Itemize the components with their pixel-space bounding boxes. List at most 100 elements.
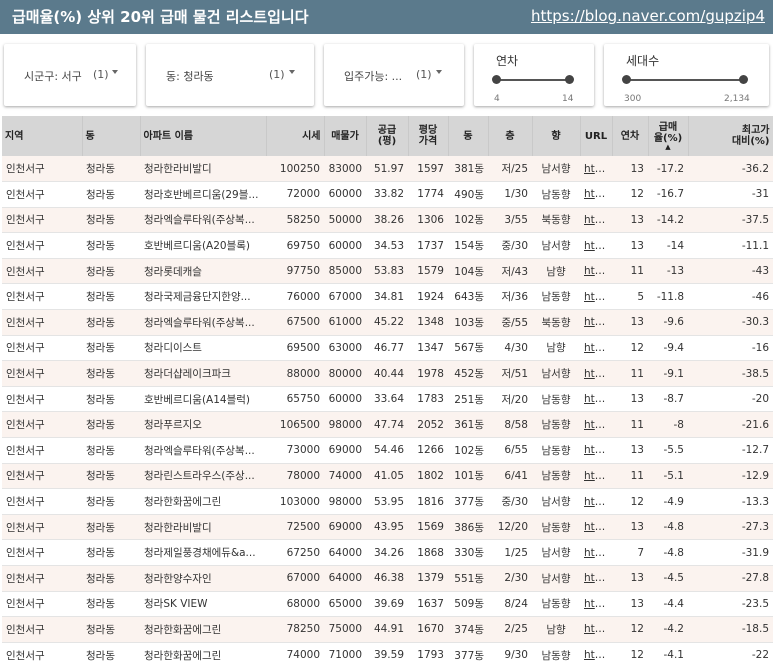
table-row[interactable]: 인천서구 청라동 청라한라비발디 72500 69000 43.95 1569 386동 12/…: [2, 514, 773, 541]
col-header-direction[interactable]: 향: [532, 116, 581, 156]
cell-vs-max-price: -30.3: [688, 309, 773, 336]
cell-market-price: 97750: [266, 258, 324, 285]
table-row[interactable]: 인천서구 청라동 청라엑슬루타워(주상복... 58250 50000 38.26 1306…: [2, 207, 773, 234]
movein-filter-dropdown[interactable]: 입주가능: ... (1): [324, 44, 464, 106]
cell-supply-area: 44.91: [366, 616, 408, 643]
col-header-floor[interactable]: 층: [488, 116, 533, 156]
cell-price-per-pyeong: 1868: [408, 539, 448, 566]
cell-discount-rate: -14.2: [648, 207, 688, 234]
sort-asc-icon: ▲: [665, 143, 671, 151]
cell-market-price: 76000: [266, 283, 324, 311]
cell-url-link[interactable]: htt...: [580, 232, 612, 259]
table-row[interactable]: 인천서구 청라동 청라한화꿈에그린 74000 71000 39.59 1793 377동 9/…: [2, 642, 773, 666]
cell-listing-price: 60000: [324, 181, 366, 208]
households-range-min-handle[interactable]: [622, 75, 631, 84]
cell-url-link[interactable]: htt...: [580, 283, 612, 311]
table-row[interactable]: 인천서구 청라동 청라디이스트 69500 63000 46.77 1347 567동 4/30…: [2, 335, 773, 362]
table-row[interactable]: 인천서구 청라동 청라호반베르디움(29블... 72000 60000 33.82 177…: [2, 181, 773, 208]
dong-filter-dropdown[interactable]: 동: 청라동 (1): [146, 44, 314, 106]
cell-url-link[interactable]: htt...: [580, 488, 612, 515]
households-range-max-handle[interactable]: [739, 75, 748, 84]
cell-apt-name: 호반베르디움(A14블럭): [140, 386, 266, 413]
cell-market-price: 78250: [266, 616, 324, 643]
cell-supply-area: 46.77: [366, 335, 408, 362]
cell-supply-area: 39.59: [366, 642, 408, 666]
cell-floor: 저/20: [488, 386, 532, 413]
cell-supply-area: 54.46: [366, 437, 408, 464]
cell-building: 567동: [448, 335, 488, 362]
cell-url-link[interactable]: htt...: [580, 156, 612, 183]
col-header-dong[interactable]: 동: [82, 116, 141, 156]
cell-url-link[interactable]: htt...: [580, 335, 612, 362]
col-header-building[interactable]: 동: [448, 116, 489, 156]
year-range-min-handle[interactable]: [492, 75, 501, 84]
table-row[interactable]: 인천서구 청라동 청라한양수자인 67000 64000 46.38 1379 551동 2/3…: [2, 565, 773, 592]
cell-building: 102동: [448, 207, 488, 234]
cell-age: 12: [612, 616, 648, 643]
table-row[interactable]: 인천서구 청라동 청라제일풍경채에듀&a... 67250 64000 34.26 1868…: [2, 539, 773, 566]
col-header-url[interactable]: URL: [580, 116, 613, 156]
cell-discount-rate: -9.4: [648, 335, 688, 362]
year-range-max-handle[interactable]: [565, 75, 574, 84]
cell-url-link[interactable]: htt...: [580, 642, 612, 666]
cell-url-link[interactable]: htt...: [580, 463, 612, 490]
cell-discount-rate: -5.5: [648, 437, 688, 464]
cell-url-link[interactable]: htt...: [580, 616, 612, 643]
table-row[interactable]: 인천서구 청라동 청라롯데캐슬 97750 85000 53.83 1579 104동 저/43…: [2, 258, 773, 285]
cell-discount-rate: -9.1: [648, 360, 688, 387]
cell-url-link[interactable]: htt...: [580, 309, 612, 336]
col-header-market-price[interactable]: 시세: [266, 116, 325, 156]
table-row[interactable]: 인천서구 청라동 청라한라비발디 100250 83000 51.97 1597 381동 저/…: [2, 156, 773, 183]
cell-url-link[interactable]: htt...: [580, 565, 612, 592]
cell-region: 인천서구: [2, 360, 82, 387]
year-range-track[interactable]: [496, 79, 570, 81]
cell-url-link[interactable]: htt...: [580, 411, 612, 439]
col-header-vs-max-price[interactable]: 최고가 대비(%): [688, 116, 773, 156]
cell-url-link[interactable]: htt...: [580, 514, 612, 541]
cell-url-link[interactable]: htt...: [580, 360, 612, 387]
table-row[interactable]: 인천서구 청라동 청라더샵레이크파크 88000 80000 40.44 1978 452동 저…: [2, 360, 773, 387]
cell-age: 5: [612, 283, 648, 311]
table-row[interactable]: 인천서구 청라동 청라국제금융단지한양... 76000 67000 34.81 1924 6…: [2, 283, 773, 311]
cell-price-per-pyeong: 1266: [408, 437, 448, 464]
cell-region: 인천서구: [2, 616, 82, 643]
col-header-listing-price[interactable]: 매물가: [324, 116, 367, 156]
col-header-price-per-pyeong[interactable]: 평당 가격: [408, 116, 449, 156]
table-row[interactable]: 인천서구 청라동 청라엑슬루타워(주상복... 67500 61000 45.22 1348…: [2, 309, 773, 336]
district-filter-dropdown[interactable]: 시군구: 서구 (1): [4, 44, 136, 106]
cell-url-link[interactable]: htt...: [580, 591, 612, 618]
cell-vs-max-price: -12.7: [688, 437, 773, 464]
cell-direction: 남동향: [532, 437, 580, 464]
cell-url-link[interactable]: htt...: [580, 207, 612, 234]
table-row[interactable]: 인천서구 청라동 청라푸르지오 106500 98000 47.74 2052 361동 8/5…: [2, 411, 773, 439]
blog-link[interactable]: https://blog.naver.com/gupzip4: [531, 7, 765, 25]
cell-url-link[interactable]: htt...: [580, 258, 612, 285]
table-row[interactable]: 인천서구 청라동 청라엑슬루타워(주상복... 73000 69000 54.46 1266…: [2, 437, 773, 464]
households-range-track[interactable]: [626, 79, 744, 81]
col-header-supply-area[interactable]: 공급 (평): [366, 116, 409, 156]
col-header-discount-rate[interactable]: 급매 율(%) ▲: [648, 116, 689, 156]
cell-url-link[interactable]: htt...: [580, 437, 612, 464]
cell-url-link[interactable]: htt...: [580, 181, 612, 208]
table-row[interactable]: 인천서구 청라동 청라SK VIEW 68000 65000 39.69 1637 509동 8…: [2, 591, 773, 618]
table-row[interactable]: 인천서구 청라동 청라린스트라우스(주상... 78000 74000 41.05 1802…: [2, 463, 773, 490]
cell-price-per-pyeong: 1670: [408, 616, 448, 643]
cell-dong: 청라동: [82, 258, 140, 285]
table-row[interactable]: 인천서구 청라동 청라한화꿈에그린 78250 75000 44.91 1670 374동 2/…: [2, 616, 773, 643]
col-header-apt-name[interactable]: 아파트 이름: [140, 116, 267, 156]
cell-market-price: 106500: [266, 411, 324, 439]
cell-url-link[interactable]: htt...: [580, 386, 612, 413]
cell-age: 13: [612, 207, 648, 234]
cell-discount-rate: -11.8: [648, 283, 688, 311]
cell-direction: 북동향: [532, 309, 580, 336]
col-header-region[interactable]: 지역: [2, 116, 83, 156]
cell-vs-max-price: -11.1: [688, 232, 773, 259]
cell-building: 381동: [448, 156, 488, 183]
table-row[interactable]: 인천서구 청라동 청라한화꿈에그린 103000 98000 53.95 1816 377동 중…: [2, 488, 773, 515]
table-row[interactable]: 인천서구 청라동 호반베르디움(A14블럭) 65750 60000 33.64 1783 2…: [2, 386, 773, 413]
col-header-age[interactable]: 연차: [612, 116, 649, 156]
cell-url-link[interactable]: htt...: [580, 539, 612, 566]
cell-floor: 저/51: [488, 360, 532, 387]
cell-price-per-pyeong: 1802: [408, 463, 448, 490]
table-row[interactable]: 인천서구 청라동 호반베르디움(A20블록) 69750 60000 34.53 1737 1…: [2, 232, 773, 259]
